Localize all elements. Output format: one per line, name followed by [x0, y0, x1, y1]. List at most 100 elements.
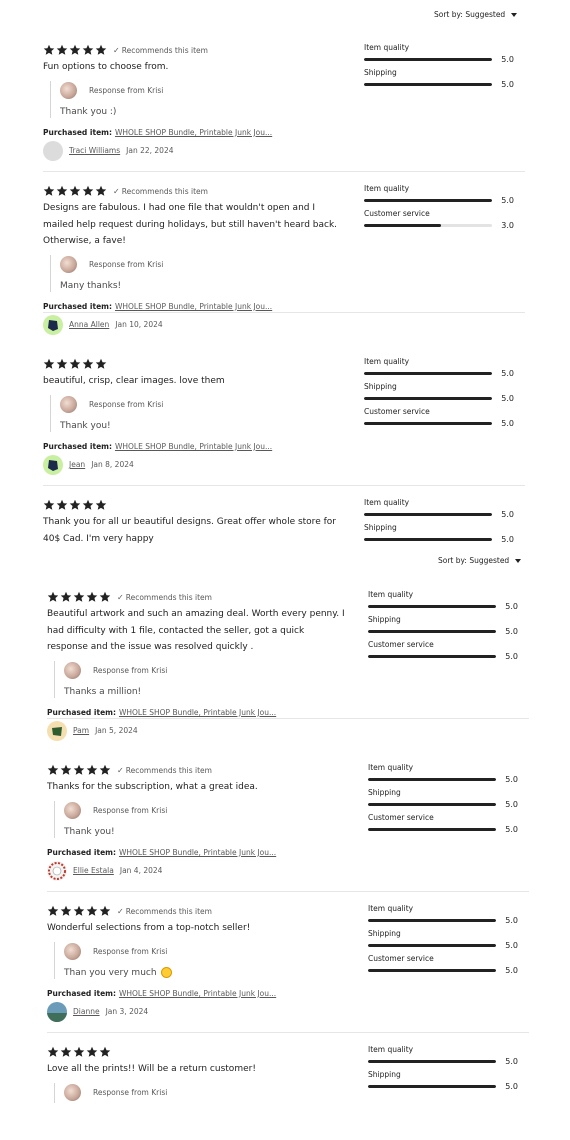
rating-label: Shipping [364, 68, 397, 77]
reviewer-avatar[interactable] [43, 454, 63, 475]
reviewer-name[interactable]: Pam [73, 726, 89, 735]
purchased-item: Purchased item: WHOLE SHOP Bundle, Printa… [43, 302, 343, 311]
rating-label: Shipping [364, 523, 397, 532]
rating-bar-fill [364, 198, 493, 202]
rating-item: Item quality 5.0 [368, 762, 518, 787]
rating-bar [364, 421, 493, 425]
star-icon [69, 185, 81, 197]
reviewer-avatar[interactable] [47, 720, 67, 741]
response-text-line: Than you very much [64, 967, 347, 979]
response-header: Response from Krisi [64, 661, 347, 681]
star-rating [43, 358, 107, 370]
rating-bar-fill [368, 918, 497, 922]
star-icon [86, 591, 98, 603]
rating-value: 5.0 [505, 651, 518, 661]
reviewer-avatar[interactable] [43, 314, 63, 335]
purchased-label: Purchased item: [43, 441, 112, 451]
rating-item: Shipping 5.0 [368, 928, 518, 953]
purchased-item-link[interactable]: WHOLE SHOP Bundle, Printable Junk Jou... [119, 848, 276, 857]
rating-label: Customer service [368, 813, 434, 822]
seller-response: Response from Krisi Thank you! [54, 800, 347, 838]
recommends-label: Recommends this item [121, 45, 208, 55]
recommends-badge: ✓ Recommends this item [117, 766, 212, 775]
response-from: Response from Krisi [89, 86, 164, 95]
sort-dropdown-top[interactable]: Sort by: Suggested [434, 10, 518, 19]
review-body: ✓ Recommends this item Beautiful artwork a… [47, 589, 347, 741]
response-from: Response from Krisi [89, 260, 164, 269]
reviewer-name[interactable]: Dianne [73, 1007, 100, 1016]
star-icon [99, 1046, 111, 1058]
seller-avatar [60, 82, 77, 99]
star-icon [69, 358, 81, 370]
reviewer-avatar[interactable] [47, 1001, 67, 1022]
reviewer-name[interactable]: Jean [69, 460, 85, 469]
star-icon [60, 591, 72, 603]
purchased-item-link[interactable]: WHOLE SHOP Bundle, Printable Junk Jou... [115, 442, 272, 451]
star-icon [73, 591, 85, 603]
reviewer-name[interactable]: Traci Williams [69, 146, 120, 155]
rating-row: 5.0 [368, 798, 518, 810]
sort-dropdown-mid[interactable]: Sort by: Suggested [438, 556, 522, 565]
purchased-item-link[interactable]: WHOLE SHOP Bundle, Printable Junk Jou... [115, 128, 272, 137]
recommends-label: Recommends this item [125, 592, 212, 602]
rating-bar [368, 654, 497, 658]
rating-item: Item quality 5.0 [368, 589, 518, 614]
reviewer-name[interactable]: Anna Allen [69, 320, 109, 329]
review-ratings: Item quality 5.0 Shipping 5.0 Customer servi… [368, 903, 518, 978]
reviewer-info: Dianne Jan 3, 2024 [47, 1001, 347, 1022]
rating-label: Item quality [364, 43, 410, 52]
review-date: Jan 22, 2024 [126, 146, 174, 155]
rating-label: Item quality [368, 763, 414, 772]
seller-avatar [60, 256, 77, 273]
star-rating-line: ✓ Recommends this item [47, 903, 347, 919]
review-card: ✓ Recommends this item Wonderful selection… [47, 903, 529, 1033]
rating-bar [368, 943, 497, 947]
seller-avatar [64, 943, 81, 960]
star-icon [56, 358, 68, 370]
rating-value: 5.0 [501, 393, 514, 403]
review-card: ✓ Recommends this item Thanks for the subs… [47, 762, 529, 892]
rating-bar-fill [364, 371, 493, 375]
reviewer-avatar[interactable] [47, 860, 67, 881]
rating-bar [368, 827, 497, 831]
rating-bar [368, 802, 497, 806]
star-rating-line [43, 356, 343, 372]
rating-bar [364, 57, 493, 61]
purchased-item-link[interactable]: WHOLE SHOP Bundle, Printable Junk Jou... [119, 708, 276, 717]
rating-bar-fill [368, 943, 497, 947]
star-icon [82, 499, 94, 511]
review-text: Wonderful selections from a top-notch se… [47, 923, 251, 933]
star-rating-line: ✓ Recommends this item [43, 183, 343, 199]
rating-value: 5.0 [501, 368, 514, 378]
star-icon [95, 358, 107, 370]
star-icon [60, 1046, 72, 1058]
review-date: Jan 10, 2024 [115, 320, 163, 329]
rating-value: 5.0 [501, 534, 514, 544]
recommends-badge: ✓ Recommends this item [113, 46, 208, 55]
star-icon [73, 1046, 85, 1058]
star-icon [47, 764, 59, 776]
rating-label: Item quality [368, 904, 414, 913]
rating-label: Customer service [364, 209, 430, 218]
reviewer-name[interactable]: Ellie Estala [73, 866, 114, 875]
seller-response: Response from Krisi Many thanks! [50, 254, 343, 292]
seller-response: Response from Krisi Than you very much [54, 941, 347, 979]
rating-label: Shipping [368, 615, 401, 624]
star-icon [95, 44, 107, 56]
rating-bar [368, 1084, 497, 1088]
rating-row: 5.0 [368, 914, 518, 926]
rating-label: Item quality [364, 357, 410, 366]
reviewer-avatar[interactable] [43, 140, 63, 161]
purchased-label: Purchased item: [47, 847, 116, 857]
star-rating [47, 591, 111, 603]
review-body: ✓ Recommends this item Thanks for the subs… [47, 762, 347, 881]
review-body: ✓ Recommends this item Designs are fabulou… [43, 183, 343, 335]
purchased-item-link[interactable]: WHOLE SHOP Bundle, Printable Junk Jou... [119, 989, 276, 998]
rating-bar-fill [364, 223, 441, 227]
rating-item: Shipping 5.0 [368, 614, 518, 639]
star-rating-line: ✓ Recommends this item [43, 42, 343, 58]
purchased-item-link[interactable]: WHOLE SHOP Bundle, Printable Junk Jou... [115, 302, 272, 311]
recommends-badge: ✓ Recommends this item [117, 593, 212, 602]
response-text-line: Thanks a million! [64, 686, 347, 698]
rating-value: 5.0 [501, 195, 514, 205]
